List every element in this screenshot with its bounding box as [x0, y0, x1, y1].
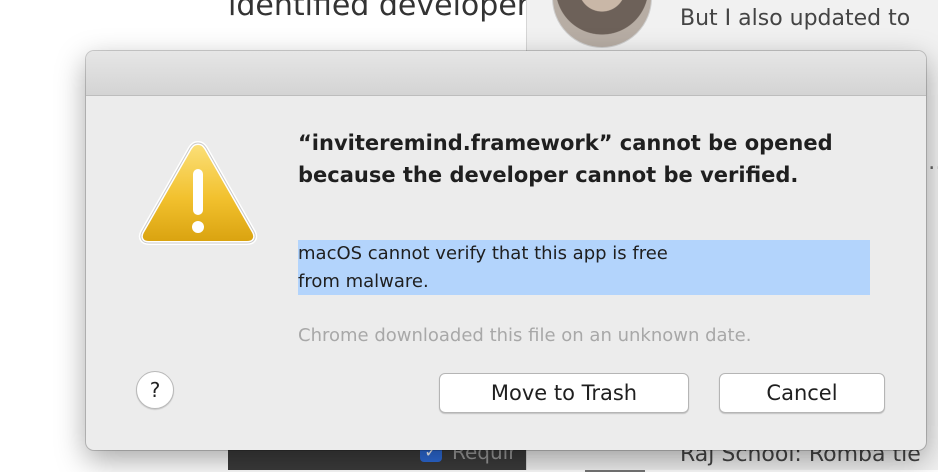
- move-to-trash-button[interactable]: Move to Trash: [439, 373, 689, 413]
- message-line-1: macOS cannot verify that this app is fre…: [298, 243, 668, 264]
- dialog-title: “inviteremind.framework” cannot be opene…: [298, 131, 833, 187]
- background-heading: identified developer: [228, 0, 530, 23]
- message-line-2: from malware.: [298, 271, 429, 292]
- background-ellipsis: …: [928, 150, 938, 175]
- cancel-button[interactable]: Cancel: [719, 373, 885, 413]
- dialog-message-selected: macOS cannot verify that this app is fre…: [298, 240, 870, 295]
- alert-dialog: “inviteremind.framework” cannot be opene…: [86, 51, 926, 450]
- warning-triangle-icon: [138, 139, 258, 247]
- help-button[interactable]: ?: [136, 371, 174, 409]
- background-message-preview: But I also updated to: [680, 6, 911, 31]
- dialog-titlebar: [86, 51, 926, 96]
- download-info-text: Chrome downloaded this file on an unknow…: [298, 325, 752, 346]
